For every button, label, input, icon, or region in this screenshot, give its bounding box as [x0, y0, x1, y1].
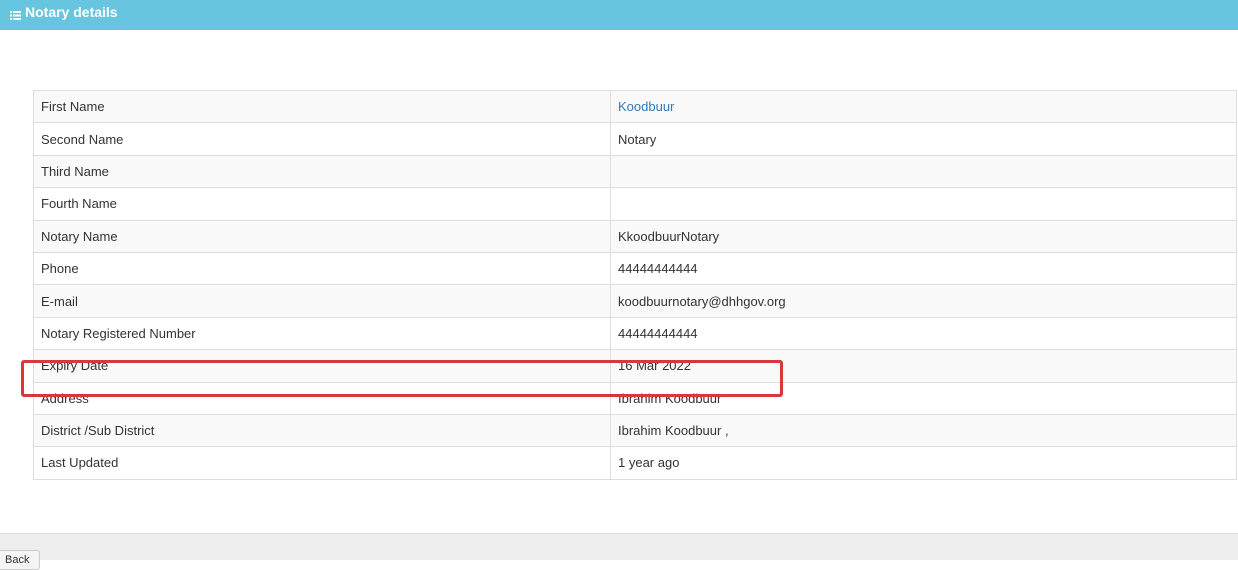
detail-label: Phone: [33, 251, 611, 286]
table-row: E-mail koodbuurnotary@dhhgov.org: [33, 284, 1237, 318]
first-name-link[interactable]: Koodbuur: [618, 99, 674, 114]
detail-value: Ibrahim Koodbuur ,: [610, 413, 1237, 448]
table-row: Expiry Date 16 Mar 2022: [33, 349, 1237, 383]
detail-value: [610, 187, 1237, 221]
table-row: Second Name Notary: [33, 122, 1237, 156]
list-icon: [10, 7, 21, 20]
notary-details-table: First Name Koodbuur Second Name Notary Third…: [33, 89, 1237, 480]
detail-value: 1 year ago: [610, 446, 1237, 480]
detail-value: koodbuurnotary@dhhgov.org: [610, 284, 1237, 318]
detail-value: Ibrahim Koodbuur: [610, 381, 1237, 415]
detail-value: 16 Mar 2022: [610, 349, 1237, 383]
table-row: Address Ibrahim Koodbuur: [33, 381, 1237, 415]
detail-label: District /Sub District: [33, 413, 611, 448]
detail-label: E-mail: [33, 284, 611, 318]
table-row: Fourth Name: [33, 187, 1237, 221]
detail-label: First Name: [33, 89, 611, 124]
detail-value-cell: Koodbuur: [610, 89, 1237, 124]
detail-value: 44444444444: [610, 251, 1237, 286]
back-button[interactable]: Back: [0, 550, 40, 570]
detail-value: Notary: [610, 122, 1237, 156]
detail-value: [610, 154, 1237, 189]
detail-label: Second Name: [33, 122, 611, 156]
detail-label: Expiry Date: [33, 349, 611, 383]
detail-label: Address: [33, 381, 611, 415]
detail-value: 44444444444: [610, 316, 1237, 351]
table-row: Third Name: [33, 154, 1237, 189]
panel-header: Notary details: [0, 0, 1238, 30]
detail-label: Notary Registered Number: [33, 316, 611, 351]
footer-bar: [0, 533, 1238, 560]
detail-label: Last Updated: [33, 446, 611, 480]
detail-label: Fourth Name: [33, 187, 611, 221]
table-row: District /Sub District Ibrahim Koodbuur ,: [33, 413, 1237, 448]
table-row: First Name Koodbuur: [33, 89, 1237, 124]
table-row: Notary Registered Number 44444444444: [33, 316, 1237, 351]
detail-label: Notary Name: [33, 219, 611, 253]
detail-value: KkoodbuurNotary: [610, 219, 1237, 253]
detail-label: Third Name: [33, 154, 611, 189]
table-row: Phone 44444444444: [33, 251, 1237, 286]
table-row: Notary Name KkoodbuurNotary: [33, 219, 1237, 253]
panel-title: Notary details: [25, 4, 118, 20]
table-row: Last Updated 1 year ago: [33, 446, 1237, 480]
